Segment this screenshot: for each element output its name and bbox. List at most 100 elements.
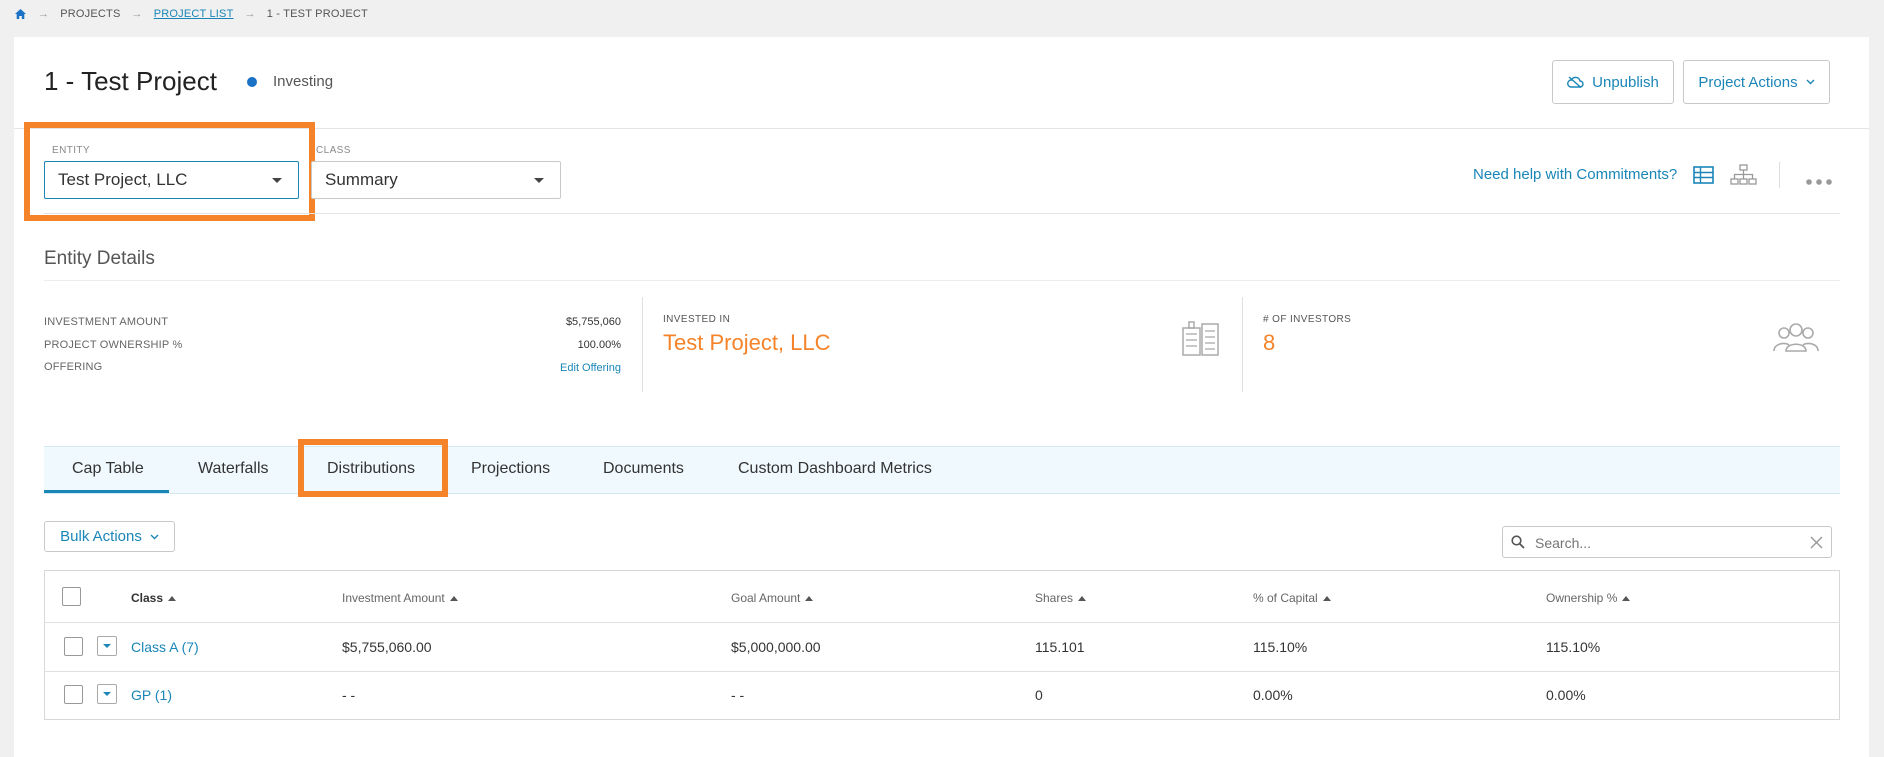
column-header-label: Goal Amount (731, 591, 801, 605)
buildings-icon (1180, 318, 1222, 361)
page-title: 1 - Test Project (44, 66, 217, 96)
status-label: Investing (273, 73, 334, 90)
percent-capital-cell: 115.10% (1253, 639, 1308, 655)
row-expand-button[interactable] (97, 636, 117, 656)
invested-in-link[interactable]: Test Project, LLC (663, 330, 831, 356)
project-actions-label: Project Actions (1698, 73, 1798, 91)
entity-select[interactable]: Test Project, LLC (44, 161, 299, 199)
entity-label: ENTITY (52, 145, 90, 156)
cloud-off-icon (1567, 76, 1584, 88)
more-options-icon[interactable] (1806, 172, 1832, 190)
caret-down-icon (103, 644, 111, 648)
sort-asc-icon (449, 596, 458, 601)
sort-asc-icon (168, 596, 177, 601)
table-view-icon[interactable] (1693, 166, 1714, 189)
breadcrumb-separator-icon: → (244, 8, 256, 20)
org-chart-icon[interactable] (1730, 164, 1757, 191)
tab-custom-dashboard-metrics[interactable]: Custom Dashboard Metrics (738, 460, 932, 478)
caret-down-icon (272, 178, 282, 183)
chevron-down-icon (1806, 79, 1815, 85)
column-header-investment-amount[interactable]: Investment Amount (342, 591, 458, 605)
goal-amount-cell: $5,000,000.00 (731, 639, 821, 655)
offering-label: OFFERING (44, 361, 103, 373)
column-header-shares[interactable]: Shares (1035, 591, 1087, 605)
project-ownership-label: PROJECT OWNERSHIP % (44, 339, 183, 351)
ownership-cell: 0.00% (1546, 687, 1586, 703)
table-row-divider (44, 671, 1840, 672)
column-header-label: % of Capital (1253, 591, 1318, 605)
class-label: CLASS (316, 145, 351, 156)
class-link[interactable]: Class A (7) (131, 639, 199, 655)
status-dot-icon (247, 77, 257, 87)
table-header-divider (44, 622, 1840, 623)
column-header-percent-capital[interactable]: % of Capital (1253, 591, 1331, 605)
column-header-label: Class (131, 591, 164, 605)
breadcrumb-projects[interactable]: PROJECTS (60, 8, 120, 20)
breadcrumb-current: 1 - TEST PROJECT (266, 8, 368, 20)
investment-amount-cell: - - (342, 687, 356, 703)
unpublish-button[interactable]: Unpublish (1552, 60, 1674, 104)
breadcrumb-project-list[interactable]: PROJECT LIST (154, 8, 234, 20)
project-actions-button[interactable]: Project Actions (1683, 60, 1830, 104)
sort-asc-icon (1078, 596, 1087, 601)
column-header-ownership[interactable]: Ownership % (1546, 591, 1631, 605)
row-checkbox[interactable] (64, 637, 83, 656)
investors-count-label: # OF INVESTORS (1263, 314, 1352, 325)
toolbar-divider (1779, 162, 1780, 188)
entity-select-value: Test Project, LLC (58, 170, 188, 189)
column-header-goal-amount[interactable]: Goal Amount (731, 591, 814, 605)
class-select[interactable]: Summary (311, 161, 561, 199)
ownership-cell: 115.10% (1546, 639, 1601, 655)
caret-down-icon (534, 178, 544, 183)
breadcrumb-separator-icon: → (131, 8, 143, 20)
sort-asc-icon (805, 596, 814, 601)
details-divider (1242, 297, 1243, 392)
entity-details-title: Entity Details (44, 248, 155, 269)
details-divider (642, 297, 643, 392)
group-icon (1772, 322, 1820, 357)
column-header-label: Shares (1035, 591, 1074, 605)
class-link[interactable]: GP (1) (131, 687, 172, 703)
help-commitments-link[interactable]: Need help with Commitments? (1473, 166, 1677, 183)
row-expand-button[interactable] (97, 684, 117, 704)
search-icon (1511, 535, 1525, 554)
chevron-down-icon (150, 534, 159, 540)
percent-capital-cell: 0.00% (1253, 687, 1293, 703)
filters-divider (44, 213, 1840, 214)
investors-count-value[interactable]: 8 (1263, 330, 1275, 356)
bulk-actions-button[interactable]: Bulk Actions (44, 521, 175, 552)
investment-amount-cell: $5,755,060.00 (342, 639, 432, 655)
shares-cell: 115.101 (1035, 639, 1085, 655)
select-all-checkbox[interactable] (62, 587, 81, 606)
column-header-label: Investment Amount (342, 591, 445, 605)
edit-offering-link[interactable]: Edit Offering (520, 362, 621, 374)
tab-cap-table[interactable]: Cap Table (72, 460, 144, 478)
active-tab-indicator (44, 490, 169, 493)
caret-down-icon (103, 692, 111, 696)
investment-amount-label: INVESTMENT AMOUNT (44, 316, 169, 328)
search-input[interactable] (1533, 532, 1797, 554)
column-header-class[interactable]: Class (131, 591, 177, 605)
breadcrumb: → PROJECTS → PROJECT LIST → 1 - TEST PRO… (14, 7, 368, 21)
entity-details-divider (44, 280, 1840, 281)
tab-documents[interactable]: Documents (603, 460, 684, 478)
goal-amount-cell: - - (731, 687, 745, 703)
project-ownership-value: 100.00% (577, 339, 621, 351)
class-select-value: Summary (325, 170, 398, 189)
home-icon[interactable] (14, 8, 27, 20)
sort-asc-icon (1322, 596, 1331, 601)
shares-cell: 0 (1035, 687, 1043, 703)
column-header-label: Ownership % (1546, 591, 1618, 605)
invested-in-label: INVESTED IN (663, 314, 731, 325)
investment-amount-value: $5,755,060 (565, 316, 621, 328)
bulk-actions-label: Bulk Actions (60, 528, 142, 545)
tab-waterfalls[interactable]: Waterfalls (198, 460, 269, 478)
tab-distributions[interactable]: Distributions (327, 460, 415, 478)
sort-asc-icon (1622, 596, 1631, 601)
search-box (1502, 526, 1832, 558)
row-checkbox[interactable] (64, 685, 83, 704)
tab-projections[interactable]: Projections (471, 460, 550, 478)
clear-search-icon[interactable] (1810, 536, 1823, 554)
unpublish-label: Unpublish (1592, 73, 1659, 91)
breadcrumb-separator-icon: → (38, 8, 50, 20)
